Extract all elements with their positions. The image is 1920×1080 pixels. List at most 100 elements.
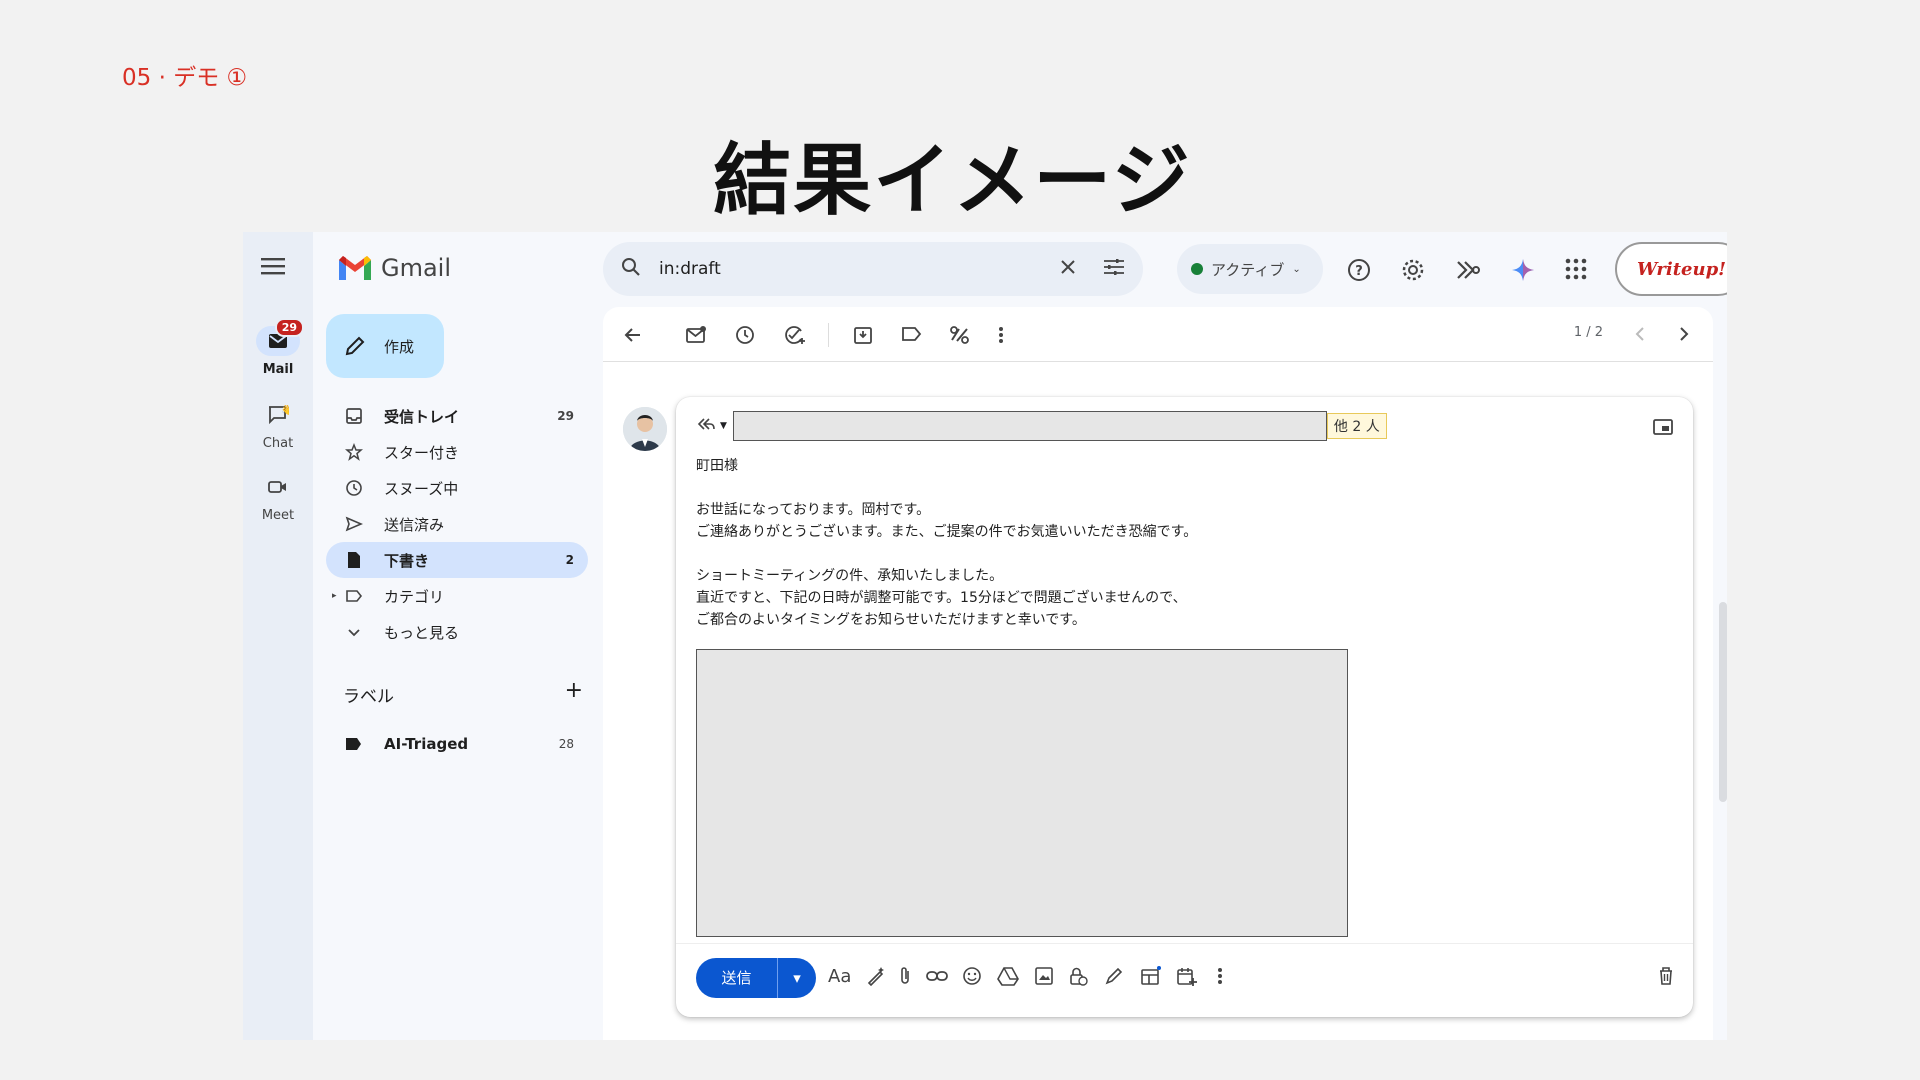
- rail-chat-label: Chat: [262, 436, 294, 451]
- app-rail: 29 Mail 👋 Chat Meet: [243, 232, 313, 1040]
- help-icon[interactable]: ?: [1347, 258, 1371, 286]
- apps-grid-icon[interactable]: [1565, 258, 1587, 284]
- nav-item-starred[interactable]: スター付き: [326, 434, 588, 470]
- label-icon: [344, 586, 364, 606]
- add-task-icon[interactable]: [783, 325, 807, 349]
- body-line: 直近ですと、下記の日時が調整可能です。15分ほどで問題ございませんので、: [696, 590, 1187, 606]
- pop-out-icon[interactable]: [1653, 419, 1673, 439]
- send-options-icon[interactable]: ▾: [778, 969, 816, 987]
- recipient-row: ▼ 他 2 人: [696, 411, 1387, 441]
- rail-mail-label: Mail: [262, 362, 294, 377]
- search-options-icon[interactable]: [1103, 258, 1125, 281]
- drive-icon[interactable]: [997, 966, 1019, 990]
- recipients-redacted[interactable]: [732, 411, 1327, 441]
- avatar: [623, 407, 667, 451]
- send-label: 送信: [696, 958, 778, 998]
- search-input[interactable]: in:draft: [659, 259, 1059, 279]
- nav-label: スヌーズ中: [384, 479, 459, 498]
- more-options-icon[interactable]: [1217, 966, 1223, 990]
- extension-icon[interactable]: [1455, 258, 1481, 286]
- nav-item-categories[interactable]: ▸ カテゴリ: [326, 578, 588, 614]
- slide-title: 結果イメージ: [713, 136, 1192, 226]
- nav-label: カテゴリ: [384, 587, 445, 606]
- status-dropdown[interactable]: アクティブ ⌄: [1177, 244, 1323, 294]
- svg-text:👋: 👋: [281, 405, 289, 416]
- label-icon[interactable]: [901, 325, 923, 347]
- clock-icon: [344, 478, 364, 498]
- rail-meet-label: Meet: [261, 508, 295, 523]
- reply-all-icon[interactable]: [696, 416, 716, 436]
- label-name: AI-Triaged: [384, 735, 469, 753]
- pager-text: 1 / 2: [1573, 325, 1603, 340]
- body-line: ご連絡ありがとうございます。また、ご提案の件でお気遣いいただき恐縮です。: [696, 524, 1198, 540]
- folder-nav: 受信トレイ 29 スター付き スヌーズ中 送信済み 下書き 2 ▸ カテゴリ も…: [326, 398, 588, 650]
- layout-template-icon[interactable]: [1140, 966, 1162, 990]
- add-label-icon[interactable]: +: [565, 680, 583, 707]
- nav-item-snoozed[interactable]: スヌーズ中: [326, 470, 588, 506]
- label-list: AI-Triaged 28: [326, 726, 588, 762]
- emoji-icon[interactable]: [962, 966, 982, 990]
- rail-mail[interactable]: 29 Mail: [243, 318, 313, 377]
- link-icon[interactable]: [926, 968, 948, 987]
- schedule-event-icon[interactable]: [1176, 966, 1198, 990]
- rail-meet[interactable]: Meet: [243, 472, 313, 523]
- nav-label: 送信済み: [384, 515, 445, 534]
- mail-icon: 29: [256, 318, 304, 356]
- back-arrow-icon[interactable]: [623, 325, 643, 349]
- chevron-down-icon: [344, 622, 364, 642]
- search-icon[interactable]: [621, 257, 641, 282]
- redacted-block: [696, 649, 1348, 937]
- chevron-down-icon: ⌄: [1292, 263, 1301, 275]
- nav-item-more[interactable]: もっと見る: [326, 614, 588, 650]
- label-item-ai-triaged[interactable]: AI-Triaged 28: [326, 726, 588, 762]
- labels-header: ラベル +: [343, 680, 583, 708]
- rail-chat[interactable]: 👋 Chat: [243, 400, 313, 451]
- gmail-logo[interactable]: Gmail: [337, 254, 451, 282]
- other-recipients[interactable]: 他 2 人: [1326, 413, 1387, 439]
- reply-type-dropdown-icon[interactable]: ▼: [720, 421, 727, 431]
- gear-icon[interactable]: [1401, 258, 1425, 286]
- signature-pen-icon[interactable]: [1104, 966, 1124, 990]
- nav-item-drafts[interactable]: 下書き 2: [326, 542, 588, 578]
- main-panel: 1 / 2 ▼ 他 2 人 町田様 お世話になっております。岡村です。 ご連絡あ…: [603, 307, 1713, 1040]
- status-dot-icon: [1191, 263, 1203, 275]
- gemini-sparkle-icon[interactable]: [1511, 258, 1535, 286]
- mail-badge: 29: [274, 318, 304, 337]
- chevron-left-icon[interactable]: [1633, 325, 1647, 347]
- message-toolbar: 1 / 2: [603, 307, 1713, 362]
- star-icon: [344, 442, 364, 462]
- svg-text:?: ?: [1355, 264, 1363, 279]
- insert-photo-icon[interactable]: [1034, 966, 1054, 990]
- attach-icon[interactable]: [898, 966, 912, 990]
- expand-arrow-icon[interactable]: ▸: [332, 591, 337, 601]
- menu-icon[interactable]: [261, 256, 287, 280]
- nav-label: もっと見る: [384, 623, 460, 642]
- toolbar-divider: [828, 323, 829, 347]
- confidential-lock-icon[interactable]: [1068, 966, 1088, 990]
- nav-count: 2: [565, 553, 574, 567]
- mark-unread-icon[interactable]: [685, 325, 707, 349]
- archive-icon[interactable]: [853, 325, 873, 349]
- nav-item-sent[interactable]: 送信済み: [326, 506, 588, 542]
- scrollbar[interactable]: [1719, 602, 1727, 802]
- body-line: お世話になっております。岡村です。: [696, 502, 931, 518]
- send-button[interactable]: 送信 ▾: [696, 958, 816, 998]
- ai-write-icon[interactable]: [866, 966, 886, 990]
- compose-button[interactable]: 作成: [326, 314, 444, 378]
- writeup-logo[interactable]: Writeup!: [1615, 242, 1727, 296]
- snooze-icon[interactable]: [735, 325, 755, 349]
- nav-label: スター付き: [384, 443, 460, 462]
- more-vert-icon[interactable]: [998, 325, 1004, 349]
- formatting-button[interactable]: Aa: [828, 966, 851, 987]
- search-bar[interactable]: in:draft: [603, 242, 1143, 296]
- chevron-right-icon[interactable]: [1677, 325, 1691, 347]
- label-count: 28: [558, 737, 574, 751]
- draft-body[interactable]: 町田様 お世話になっております。岡村です。 ご連絡ありがとうございます。また、ご…: [696, 455, 1197, 631]
- nav-label: 受信トレイ: [384, 407, 460, 426]
- filter-icon[interactable]: [949, 325, 971, 349]
- discard-draft-trash-icon[interactable]: [1658, 966, 1674, 990]
- body-line: ご都合のよいタイミングをお知らせいただけますと幸いです。: [696, 612, 1086, 628]
- clear-search-icon[interactable]: [1059, 258, 1077, 281]
- gmail-screenshot: 29 Mail 👋 Chat Meet Gmail 作成 受信トレイ 29 スタ…: [243, 232, 1727, 1040]
- nav-item-inbox[interactable]: 受信トレイ 29: [326, 398, 588, 434]
